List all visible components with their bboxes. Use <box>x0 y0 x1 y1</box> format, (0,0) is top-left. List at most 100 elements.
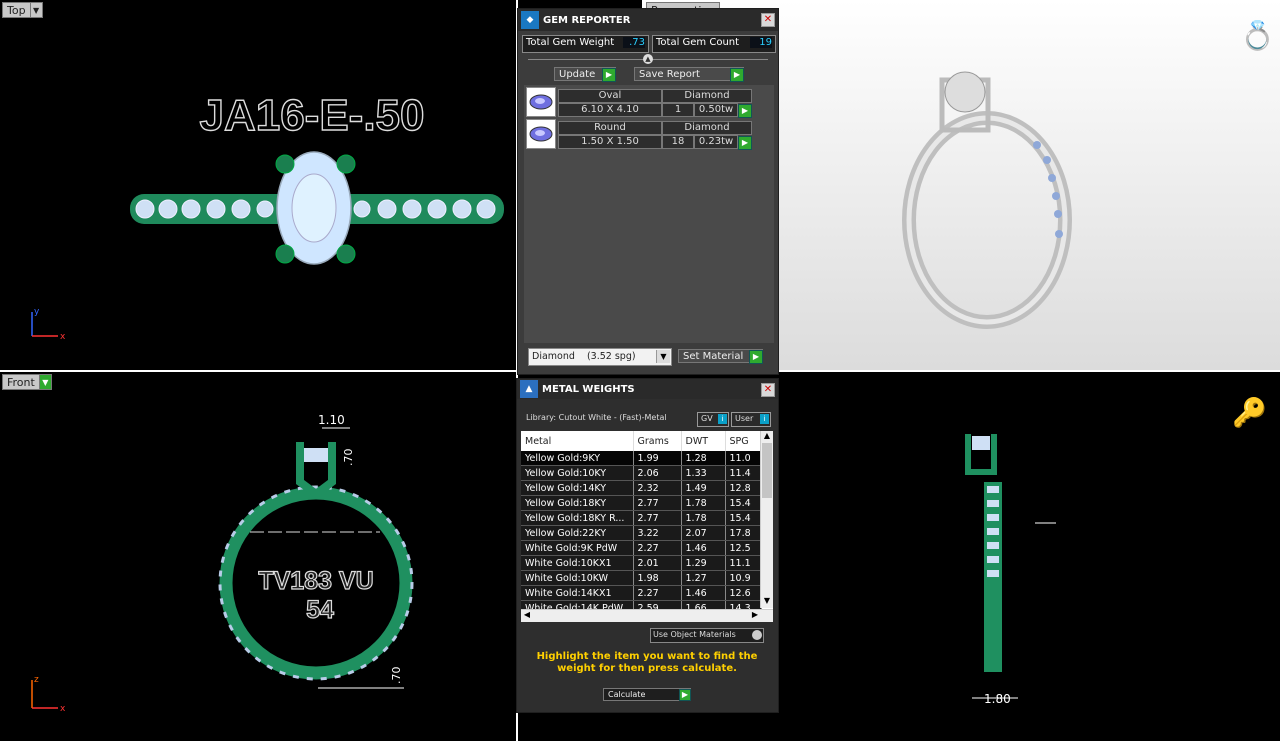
grams-value: 1.99 <box>633 451 682 466</box>
spg-value: 11.4 <box>725 465 762 481</box>
dim-side: .70 <box>342 449 355 467</box>
table-row[interactable]: Yellow Gold:10KY 2.06 1.33 11.4 <box>521 465 762 481</box>
gem-count: 18 <box>662 135 694 149</box>
scroll-up-icon[interactable]: ▲ <box>761 431 773 443</box>
calculate-button[interactable]: Calculate <box>603 688 691 701</box>
total-weight-value: .73 <box>623 37 645 48</box>
col-metal[interactable]: Metal <box>521 431 634 451</box>
set-material-arrow-icon[interactable]: ▶ <box>749 350 763 364</box>
gem-row-arrow-icon[interactable]: ▶ <box>738 136 752 150</box>
update-label: Update <box>559 69 596 80</box>
scroll-down-icon[interactable]: ▼ <box>761 596 773 608</box>
gem-size: 6.10 X 4.10 <box>558 103 662 117</box>
metal-table: Metal Grams DWT SPG Yellow Gold:9KY 1.99 1… <box>521 431 762 616</box>
calculate-label: Calculate <box>608 690 646 699</box>
info-icon[interactable]: i <box>760 414 769 424</box>
table-row[interactable]: Yellow Gold:9KY 1.99 1.28 11.0 <box>521 451 762 466</box>
table-row[interactable]: Yellow Gold:22KY 3.22 2.07 17.8 <box>521 525 762 541</box>
top-viewport[interactable]: Top ▼ JA16-E-.50 y x <box>0 0 518 372</box>
gem-weight: 0.50tw <box>694 103 738 117</box>
save-report-arrow-icon[interactable]: ▶ <box>730 68 744 82</box>
user-toggle[interactable]: User i <box>731 412 771 427</box>
gem-row-arrow-icon[interactable]: ▶ <box>738 104 752 118</box>
gem-row[interactable]: Round Diamond 1.50 X 1.50 18 0.23tw ▶ <box>526 119 752 150</box>
total-gem-weight: Total Gem Weight .73 <box>522 35 649 53</box>
table-row[interactable]: White Gold:14KX1 2.27 1.46 12.6 <box>521 585 762 601</box>
dwt-value: 1.78 <box>681 495 726 511</box>
table-row[interactable]: Yellow Gold:18KY R... 2.77 1.78 15.4 <box>521 510 762 526</box>
metal-name: White Gold:14KX1 <box>521 585 634 601</box>
material-select[interactable]: Diamond (3.52 spg) ▼ <box>528 348 672 366</box>
spg-value: 15.4 <box>725 495 762 511</box>
dwt-value: 1.28 <box>681 451 726 466</box>
spg-value: 12.5 <box>725 540 762 556</box>
spg-value: 12.8 <box>725 480 762 496</box>
material-select-value: Diamond (3.52 spg) <box>532 351 636 362</box>
metal-name: Yellow Gold:10KY <box>521 465 634 481</box>
use-object-materials[interactable]: Use Object Materials <box>650 628 764 643</box>
panel-title: METAL WEIGHTS <box>542 383 635 395</box>
svg-text:x: x <box>60 704 66 714</box>
front-engrave-2: 54 <box>306 596 334 624</box>
svg-text:y: y <box>34 307 40 317</box>
table-row[interactable]: White Gold:10KX1 2.01 1.29 11.1 <box>521 555 762 571</box>
grams-value: 2.01 <box>633 555 682 571</box>
svg-text:💍: 💍 <box>1240 19 1275 52</box>
gem-shape: Oval <box>558 89 662 103</box>
gv-toggle[interactable]: GV i <box>697 412 729 427</box>
dwt-value: 1.46 <box>681 585 726 601</box>
table-row[interactable]: White Gold:10KW 1.98 1.27 10.9 <box>521 570 762 586</box>
table-row[interactable]: Yellow Gold:18KY 2.77 1.78 15.4 <box>521 495 762 511</box>
metal-weights-titlebar[interactable]: ▲ METAL WEIGHTS ✕ <box>517 379 778 399</box>
gv-label: GV <box>701 414 713 423</box>
user-label: User <box>735 414 754 423</box>
collapse-icon[interactable]: ▲ <box>643 54 653 64</box>
col-spg[interactable]: SPG <box>725 431 762 451</box>
scroll-thumb[interactable] <box>762 443 772 498</box>
spg-value: 11.1 <box>725 555 762 571</box>
save-report-button[interactable]: Save Report <box>634 67 744 81</box>
vertical-scrollbar[interactable]: ▲ ▼ <box>760 431 773 608</box>
metal-name: White Gold:10KX1 <box>521 555 634 571</box>
spg-value: 10.9 <box>725 570 762 586</box>
col-grams[interactable]: Grams <box>633 431 682 451</box>
gem-reporter-app-icon: ◆ <box>521 11 539 29</box>
close-icon[interactable]: ✕ <box>761 383 775 397</box>
ring-front-view: TV183 VU 54 1.10 .70 .70 z x <box>31 413 414 714</box>
panel-title: GEM REPORTER <box>543 14 631 26</box>
spg-value: 15.4 <box>725 510 762 526</box>
round-gem-icon <box>526 119 556 149</box>
gem-row[interactable]: Oval Diamond 6.10 X 4.10 1 0.50tw ▶ <box>526 87 752 118</box>
update-arrow-icon[interactable]: ▶ <box>602 68 616 82</box>
front-viewport[interactable]: Front ▼ TV183 VU 54 1.10 .70 .70 z x <box>0 372 518 741</box>
checkbox-icon[interactable] <box>752 630 762 640</box>
svg-text:x: x <box>60 332 66 342</box>
gem-list: Oval Diamond 6.10 X 4.10 1 0.50tw ▶ Roun… <box>524 85 774 343</box>
close-icon[interactable]: ✕ <box>761 13 775 27</box>
svg-text:🔑: 🔑 <box>1232 395 1267 429</box>
gem-material: Diamond <box>662 121 752 135</box>
col-dwt[interactable]: DWT <box>681 431 726 451</box>
metal-name: Yellow Gold:22KY <box>521 525 634 541</box>
chevron-down-icon[interactable]: ▼ <box>656 350 670 363</box>
scroll-left-icon[interactable]: ◀ <box>521 610 533 622</box>
gem-material: Diamond <box>662 89 752 103</box>
spg-value: 12.6 <box>725 585 762 601</box>
table-row[interactable]: White Gold:9K PdW 2.27 1.46 12.5 <box>521 540 762 556</box>
gem-reporter-titlebar[interactable]: ◆ GEM REPORTER ✕ <box>518 9 778 31</box>
scroll-right-icon[interactable]: ▶ <box>749 610 761 622</box>
horizontal-scrollbar[interactable]: ◀ ▶ <box>521 609 773 622</box>
dwt-value: 1.29 <box>681 555 726 571</box>
ring-top-view: JA16-E-.50 y x <box>31 90 504 342</box>
dim-width: 1.80 <box>984 692 1011 706</box>
total-count-value: 19 <box>750 37 772 48</box>
metal-weights-app-icon: ▲ <box>520 380 538 398</box>
table-row[interactable]: Yellow Gold:14KY 2.32 1.49 12.8 <box>521 480 762 496</box>
metal-table-container[interactable]: Metal Grams DWT SPG Yellow Gold:9KY 1.99 1… <box>521 431 773 622</box>
info-icon[interactable]: i <box>718 414 727 424</box>
grams-value: 2.06 <box>633 465 682 481</box>
save-report-label: Save Report <box>639 69 700 80</box>
calculate-arrow-icon[interactable]: ▶ <box>679 689 691 701</box>
collapse-divider[interactable]: ▲ <box>528 54 768 64</box>
grams-value: 2.77 <box>633 510 682 526</box>
